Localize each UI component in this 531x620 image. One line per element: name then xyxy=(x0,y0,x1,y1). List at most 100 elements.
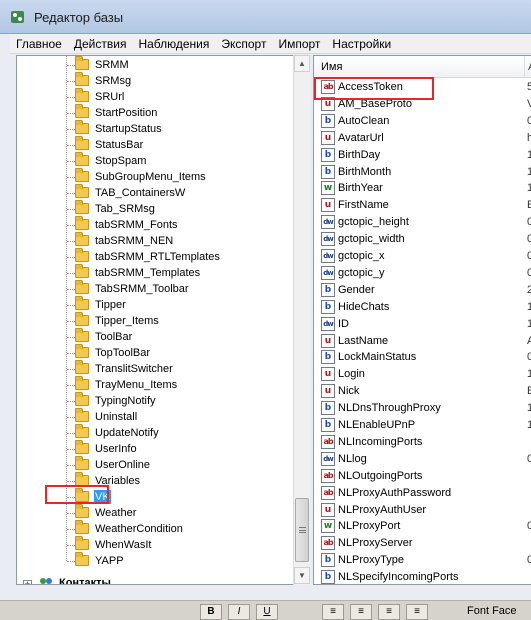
scroll-down-icon[interactable]: ▼ xyxy=(294,567,310,584)
setting-value: 2 xyxy=(527,284,531,296)
tree-item-label: StopSpam xyxy=(95,155,147,167)
menu-import[interactable]: Импорт xyxy=(272,34,326,54)
tree-item[interactable]: tabSRMM_Templates xyxy=(17,264,293,281)
setting-row[interactable]: ab NLProxyServer xyxy=(314,535,531,552)
setting-row[interactable]: ab NLProxyAuthPassword xyxy=(314,485,531,502)
type-u-icon: u xyxy=(321,502,335,517)
setting-row[interactable]: ab NLOutgoingPorts xyxy=(314,468,531,485)
tree-connector xyxy=(67,369,75,370)
tree-item[interactable]: StopSpam xyxy=(17,152,293,169)
setting-row[interactable]: dwgctopic_x 0 xyxy=(314,248,531,265)
tree-item-contacts[interactable]: + Контакты xyxy=(17,576,293,584)
tree-item[interactable]: UserOnline xyxy=(17,456,293,473)
tree-item[interactable]: ToolBar xyxy=(17,328,293,345)
tree-connector xyxy=(67,417,75,418)
tree-connector xyxy=(67,545,75,546)
setting-row[interactable]: uLogin 1 xyxy=(314,366,531,383)
column-divider[interactable] xyxy=(524,56,525,78)
tree-item[interactable]: StatusBar xyxy=(17,136,293,153)
tree-item-label: WhenWasIt xyxy=(95,539,152,551)
setting-row[interactable]: wBirthYear 1 xyxy=(314,180,531,197)
setting-row[interactable]: uFirstName E xyxy=(314,197,531,214)
tree-item[interactable]: TranslitSwitcher xyxy=(17,360,293,377)
setting-row[interactable]: dwID 1 xyxy=(314,316,531,333)
tree-item[interactable]: TrayMenu_Items xyxy=(17,376,293,393)
setting-name: NLEnableUPnP xyxy=(338,419,416,431)
menu-export[interactable]: Экспорт xyxy=(215,34,272,54)
scroll-up-icon[interactable]: ▲ xyxy=(294,55,310,72)
align-left-button[interactable]: ≡ xyxy=(322,604,344,620)
tree-item[interactable]: SubGroupMenu_Items xyxy=(17,168,293,185)
folder-icon xyxy=(75,504,89,518)
menu-settings[interactable]: Настройки xyxy=(326,34,397,54)
tree-item[interactable]: Tab_SRMsg xyxy=(17,200,293,217)
setting-row[interactable]: b NLSpecifyIncomingPorts xyxy=(314,569,531,584)
scroll-thumb[interactable] xyxy=(295,498,309,562)
tree-item[interactable]: TypingNotify xyxy=(17,392,293,409)
tree-item[interactable]: WhenWasIt xyxy=(17,536,293,553)
tree-item[interactable]: WeatherCondition xyxy=(17,520,293,537)
tree-item[interactable]: StartupStatus xyxy=(17,120,293,137)
tree-item[interactable]: TAB_ContainersW xyxy=(17,184,293,201)
setting-row[interactable]: dwgctopic_height 0 xyxy=(314,214,531,231)
type-b-icon: b xyxy=(321,282,335,297)
tree-item[interactable]: tabSRMM_NEN xyxy=(17,232,293,249)
setting-row[interactable]: bNLProxyType 0 xyxy=(314,552,531,569)
type-b-icon: b xyxy=(321,164,335,179)
setting-row[interactable]: u NLProxyAuthUser xyxy=(314,502,531,519)
setting-row[interactable]: bAutoClean 0 xyxy=(314,113,531,130)
setting-name: AvatarUrl xyxy=(338,131,384,144)
tree-scrollbar[interactable]: ▲ ▼ xyxy=(293,55,310,585)
setting-row[interactable]: uNick E xyxy=(314,383,531,400)
menu-actions[interactable]: Действия xyxy=(68,34,133,54)
expand-icon[interactable]: + xyxy=(23,580,32,584)
tree-item[interactable]: StartPosition xyxy=(17,104,293,121)
bold-button[interactable]: B xyxy=(200,604,222,620)
setting-row[interactable]: bHideChats 1 xyxy=(314,299,531,316)
setting-row[interactable]: bNLDnsThroughProxy 1 xyxy=(314,400,531,417)
setting-row[interactable]: bLockMainStatus 0 xyxy=(314,349,531,366)
column-name-header[interactable]: Имя xyxy=(321,61,342,73)
setting-row[interactable]: bNLEnableUPnP 1 xyxy=(314,417,531,434)
settings-list-pane[interactable]: Имя А abAccessToken5uAM_BaseProtoVbAutoC… xyxy=(313,55,531,585)
align-center-button[interactable]: ≡ xyxy=(350,604,372,620)
tree-item[interactable]: SRUrl xyxy=(17,88,293,105)
tree-item[interactable]: TabSRMM_Toolbar xyxy=(17,280,293,297)
setting-row[interactable]: bGender 2 xyxy=(314,282,531,299)
tree-item[interactable]: UserInfo xyxy=(17,440,293,457)
tree-item[interactable]: Tipper xyxy=(17,296,293,313)
tree-item-label: StartupStatus xyxy=(95,123,162,135)
tree-connector xyxy=(67,321,75,322)
tree-item[interactable]: SRMM xyxy=(17,56,293,73)
tree-item[interactable]: UpdateNotify xyxy=(17,424,293,441)
setting-row[interactable]: bBirthMonth 1 xyxy=(314,164,531,181)
type-u-icon: u xyxy=(321,367,335,382)
menu-main[interactable]: Главное xyxy=(10,34,68,54)
setting-row[interactable]: ab NLIncomingPorts xyxy=(314,434,531,451)
setting-name: NLProxyServer xyxy=(338,537,413,550)
tree-item[interactable]: SRMsg xyxy=(17,72,293,89)
setting-row[interactable]: dwgctopic_y 0 xyxy=(314,265,531,282)
tree-item[interactable]: tabSRMM_Fonts xyxy=(17,216,293,233)
underline-button[interactable]: U xyxy=(256,604,278,620)
justify-button[interactable]: ≡ xyxy=(406,604,428,620)
tree-item[interactable]: tabSRMM_RTLTemplates xyxy=(17,248,293,265)
tree-item[interactable]: YAPP xyxy=(17,552,293,569)
tree-item-label: TAB_ContainersW xyxy=(95,187,186,199)
setting-row[interactable]: dwgctopic_width 0 xyxy=(314,231,531,248)
setting-value: 1 xyxy=(527,318,531,330)
tree-item[interactable]: Weather xyxy=(17,504,293,521)
setting-row[interactable]: uAvatarUrl h xyxy=(314,130,531,147)
tree-item-label: Weather xyxy=(95,507,137,519)
tree-item[interactable]: Tipper_Items xyxy=(17,312,293,329)
setting-row[interactable]: bBirthDay 1 xyxy=(314,147,531,164)
tree-item[interactable]: TopToolBar xyxy=(17,344,293,361)
tree-item[interactable]: Uninstall xyxy=(17,408,293,425)
module-tree-pane[interactable]: SRMM SRMsg SRUrl StartPosition StartupStatus… xyxy=(16,55,310,585)
menu-watches[interactable]: Наблюдения xyxy=(132,34,215,54)
align-right-button[interactable]: ≡ xyxy=(378,604,400,620)
italic-button[interactable]: I xyxy=(228,604,250,620)
setting-row[interactable]: uLastName A xyxy=(314,333,531,350)
setting-row[interactable]: wNLProxyPort 0 xyxy=(314,518,531,535)
setting-row[interactable]: dwNLlog 0 xyxy=(314,451,531,468)
